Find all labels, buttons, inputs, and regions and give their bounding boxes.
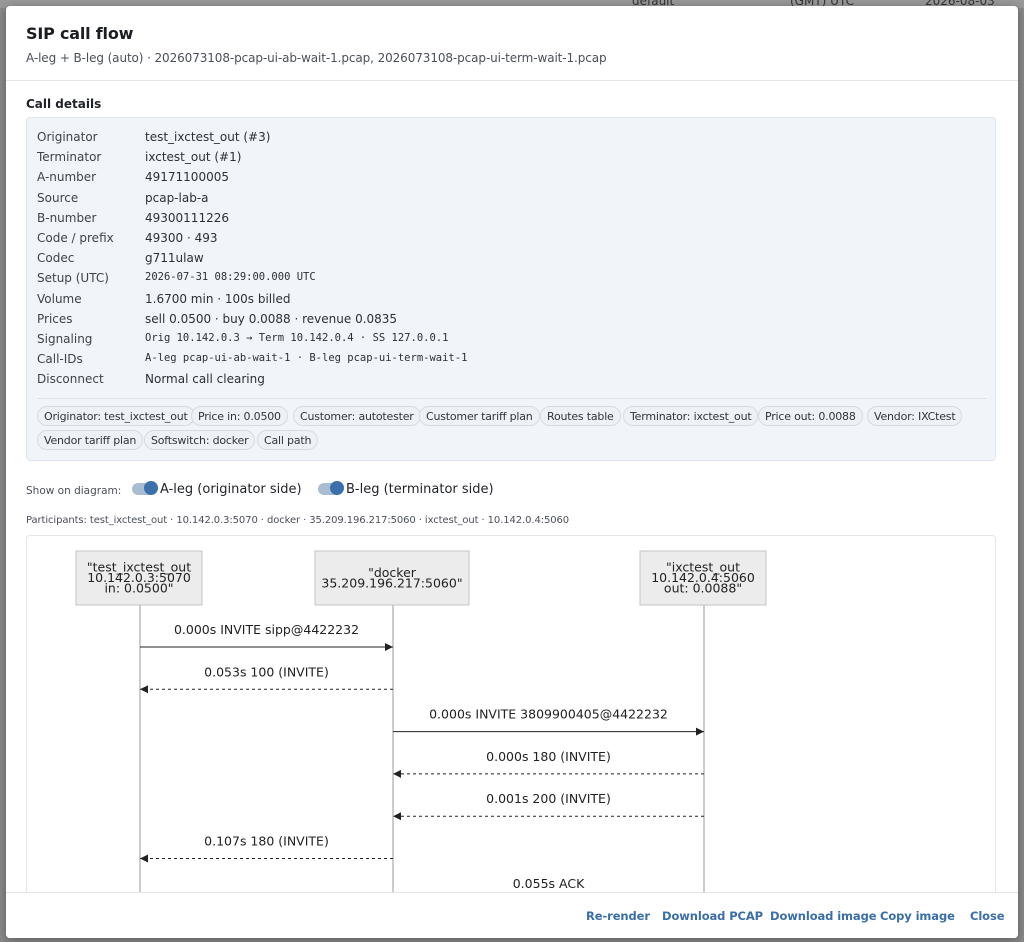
b-leg-toggle[interactable]	[318, 481, 344, 495]
call-details-title: Call details	[26, 97, 102, 111]
modal-footer: Re-render Download PCAP Download image C…	[6, 892, 1018, 938]
call-path-chip[interactable]: Routes table	[540, 406, 621, 426]
copy-image-button[interactable]: Copy image	[880, 909, 955, 923]
detail-value: 2026-07-31 08:29:00.000 UTC	[145, 271, 316, 284]
detail-value: pcap-lab-a	[145, 190, 209, 205]
message-label: 0.053s 100 (INVITE)	[204, 664, 329, 679]
participant-label: out: 0.0088"	[664, 581, 742, 596]
detail-label: Volume	[37, 291, 82, 306]
detail-label: Code / prefix	[37, 231, 114, 245]
detail-value: 49171100005	[145, 170, 229, 185]
sip-call-flow-modal: SIP call flow A-leg + B-leg (auto) · 202…	[6, 6, 1018, 938]
close-button[interactable]: Close	[970, 909, 1005, 923]
detail-value: ixctest_out (#1)	[145, 150, 242, 165]
detail-label: Signaling	[37, 332, 93, 346]
call-path-chip[interactable]: Vendor: IXCtest	[867, 406, 963, 426]
modal-title: SIP call flow	[26, 24, 134, 43]
message-label: 0.107s 180 (INVITE)	[204, 834, 329, 849]
message-label: 0.000s INVITE sipp@4422232	[174, 622, 359, 637]
detail-value: A-leg pcap-ui-ab-wait-1 · B-leg pcap-ui-…	[145, 352, 468, 365]
show-on-diagram-label: Show on diagram:	[26, 485, 122, 497]
b-leg-toggle-label[interactable]: B-leg (terminator side)	[346, 482, 494, 497]
call-path-chip[interactable]: Originator: test_ixctest_out	[37, 406, 195, 426]
message-label: 0.055s ACK	[513, 876, 585, 891]
message-label: 0.001s 200 (INVITE)	[486, 791, 611, 806]
detail-value: Normal call clearing	[145, 372, 265, 387]
call-path-chip[interactable]: Customer: autotester	[293, 406, 421, 426]
detail-label: Codec	[37, 251, 75, 266]
a-leg-toggle[interactable]	[132, 481, 158, 495]
sequence-diagram: "test_ixctest_out 10.142.0.3:5070 in: 0.05…	[26, 535, 996, 892]
toggle-knob	[144, 481, 158, 495]
detail-label: Disconnect	[37, 372, 104, 387]
detail-label: A-number	[37, 170, 97, 185]
detail-value: 1.6700 min · 100s billed	[145, 291, 291, 306]
call-path-chip[interactable]: Price in: 0.0500	[191, 406, 288, 426]
modal-subtitle: A-leg + B-leg (auto) · 2026073108-pcap-u…	[26, 51, 607, 65]
sequence-diagram-svg: "test_ixctest_out10.142.0.3:5070in: 0.05…	[75, 550, 767, 892]
call-path-chip[interactable]: Terminator: ixctest_out	[623, 406, 759, 426]
detail-value: 49300 · 493	[145, 231, 218, 245]
participants-summary: Participants: test_ixctest_out · 10.142.…	[26, 515, 570, 526]
re-render-button[interactable]: Re-render	[586, 909, 650, 923]
participant-label: 35.209.196.217:5060"	[321, 575, 462, 590]
detail-label: Terminator	[37, 150, 102, 165]
detail-label: Prices	[37, 311, 73, 326]
modal-header: SIP call flow A-leg + B-leg (auto) · 202…	[6, 6, 1018, 81]
call-path-chip[interactable]: Vendor tariff plan	[37, 430, 144, 450]
detail-value: g711ulaw	[145, 251, 204, 266]
detail-label: Call-IDs	[37, 352, 83, 367]
call-path-chip[interactable]: Price out: 0.0088	[758, 406, 863, 426]
detail-label: Setup (UTC)	[37, 271, 109, 286]
toggle-knob	[330, 481, 344, 495]
call-path-chip[interactable]: Softswitch: docker	[144, 430, 256, 450]
download-pcap-button[interactable]: Download PCAP	[662, 909, 763, 923]
detail-value: Orig 10.142.0.3 → Term 10.142.0.4 · SS 1…	[145, 332, 449, 344]
detail-value: sell 0.0500 · buy 0.0088 · revenue 0.083…	[145, 311, 398, 326]
modal-body[interactable]: Call details Originator test_ixctest_out …	[6, 81, 1018, 892]
details-divider	[37, 398, 987, 399]
detail-value: test_ixctest_out (#3)	[145, 130, 271, 144]
detail-label: Source	[37, 190, 79, 205]
participant-label: in: 0.0500"	[104, 581, 173, 596]
message-label: 0.000s INVITE 3809900405@4422232	[429, 707, 668, 722]
call-path-chip[interactable]: Customer tariff plan	[419, 406, 540, 426]
download-image-button[interactable]: Download image	[770, 909, 877, 923]
call-details-panel: Originator test_ixctest_out (#3) Terminato…	[26, 117, 996, 461]
detail-value: 49300111226	[145, 210, 229, 225]
message-label: 0.000s 180 (INVITE)	[486, 749, 611, 764]
detail-label: B-number	[37, 210, 97, 225]
call-path-chip[interactable]: Call path	[257, 430, 319, 450]
a-leg-toggle-label[interactable]: A-leg (originator side)	[160, 482, 302, 497]
detail-label: Originator	[37, 130, 98, 144]
